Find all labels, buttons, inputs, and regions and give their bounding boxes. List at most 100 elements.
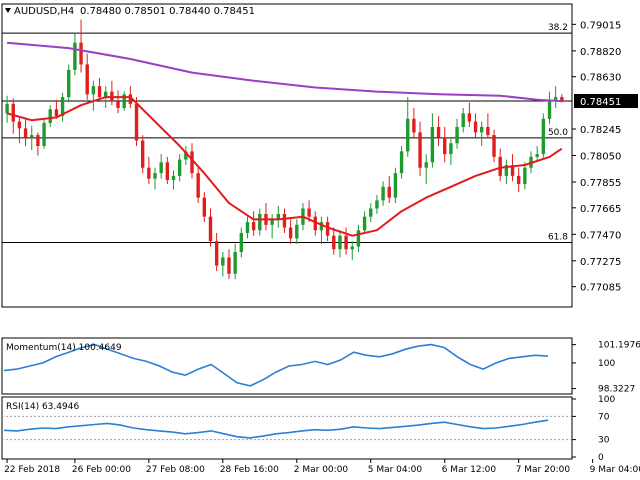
price-tick-label: 0.77470 xyxy=(580,230,621,241)
rsi-axis: 100 70 30 0 xyxy=(572,395,615,463)
price-axis: 0.79015 0.78820 0.78630 0.78451 0.78245 0.780… xyxy=(572,20,638,294)
candle-body xyxy=(553,97,558,100)
candle-body xyxy=(332,235,336,250)
candle-body xyxy=(42,122,46,146)
rsi-panel: 100 70 30 0 RSI(14) 63.4946 xyxy=(1,395,615,463)
time-tick-label: 22 Feb 2018 xyxy=(4,465,60,475)
candle-body xyxy=(436,126,441,138)
candle-body xyxy=(171,175,176,180)
candle-body xyxy=(461,113,465,127)
candle-body xyxy=(177,159,182,176)
candle-body xyxy=(196,173,200,198)
candle-body xyxy=(498,156,502,176)
candle-body xyxy=(430,126,435,163)
candle-body xyxy=(418,132,422,168)
candle-body xyxy=(165,162,170,180)
candle-body xyxy=(375,200,379,209)
time-tick-label: 2 Mar 00:00 xyxy=(294,465,349,475)
candle-body xyxy=(85,64,89,95)
candle-body xyxy=(91,86,96,95)
price-tick-label: 0.78050 xyxy=(580,152,621,163)
rsi-tick-label: 0 xyxy=(598,453,604,463)
time-tick-label: 5 Mar 04:00 xyxy=(368,465,423,475)
candle-body xyxy=(23,128,28,138)
candle-body xyxy=(140,140,145,168)
candle-body xyxy=(79,42,83,65)
candle-body xyxy=(443,137,447,155)
time-tick-label: 6 Mar 12:00 xyxy=(442,465,497,475)
chart-canvas: 38.2 50.0 61.8 0.79015 0.78820 0.78630 0.7845… xyxy=(1,3,640,475)
candle-body xyxy=(153,173,157,179)
rsi-tick-label: 70 xyxy=(598,412,610,422)
candle-body xyxy=(295,224,299,239)
ohlc-label: 0.78480 0.78501 0.78440 0.78451 xyxy=(80,6,255,17)
chart-header: AUDUSD,H4 0.78480 0.78501 0.78440 0.7845… xyxy=(5,6,255,17)
price-tick-label: 0.79015 xyxy=(580,20,621,31)
candle-body xyxy=(467,113,472,122)
candle-body xyxy=(480,126,484,133)
candle-body xyxy=(362,216,367,231)
candle-body xyxy=(116,101,120,108)
candle-body xyxy=(48,109,52,123)
momentum-panel: 101.1976 100 98.3227 Momentum(14) 100.4649 xyxy=(1,337,640,395)
time-tick-label: 9 Mar 04:00 xyxy=(590,465,640,475)
rsi-tick-label: 30 xyxy=(598,436,610,446)
price-tick-label: 0.77275 xyxy=(580,257,621,268)
candle-body xyxy=(516,175,521,185)
price-tick-label: 0.78630 xyxy=(580,73,621,84)
candle-body xyxy=(239,232,244,252)
price-tick-label: 0.78820 xyxy=(580,47,621,58)
candle-body xyxy=(30,135,34,138)
candle-body xyxy=(5,103,9,114)
candle-body xyxy=(202,197,207,217)
rsi-label: RSI(14) 63.4946 xyxy=(6,402,79,412)
candle-body xyxy=(486,126,490,136)
symbol-label: AUDUSD,H4 xyxy=(14,6,74,17)
candle-body xyxy=(455,126,459,144)
time-tick-label: 27 Feb 08:00 xyxy=(146,465,205,475)
candle-body xyxy=(523,167,527,185)
candle-body xyxy=(387,186,391,198)
candle-body xyxy=(245,222,250,233)
time-tick-label: 26 Feb 00:00 xyxy=(72,465,131,475)
candle-body xyxy=(214,241,219,266)
candle-body xyxy=(344,235,348,250)
momentum-axis: 101.1976 100 98.3227 xyxy=(572,341,640,395)
price-panel-frame xyxy=(1,3,573,308)
price-tick-label: 0.78245 xyxy=(580,125,621,136)
candle-body xyxy=(73,42,77,70)
candle-body xyxy=(17,121,22,129)
candle-body xyxy=(369,208,373,217)
time-tick-label: 7 Mar 20:00 xyxy=(516,465,571,475)
candle-body xyxy=(36,135,40,146)
price-panel: 38.2 50.0 61.8 0.79015 0.78820 0.78630 0.7845… xyxy=(1,3,638,308)
candle-body xyxy=(208,216,213,242)
candle-body xyxy=(492,135,496,157)
candle-body xyxy=(258,213,262,231)
fib-label: 61.8 xyxy=(548,232,568,242)
rsi-tick-label: 100 xyxy=(598,395,615,405)
candle-body xyxy=(97,86,102,98)
candle-body xyxy=(11,103,15,122)
candle-body xyxy=(147,167,151,179)
candle-body xyxy=(399,151,404,174)
candle-body xyxy=(338,235,342,250)
momentum-label: Momentum(14) 100.4649 xyxy=(6,343,122,353)
candle-body xyxy=(381,186,385,201)
candle-body xyxy=(541,118,546,155)
price-tick-label: 0.77085 xyxy=(580,283,621,294)
candle-body xyxy=(251,222,256,231)
momentum-tick-label: 100 xyxy=(598,359,615,369)
candle-body xyxy=(350,246,354,250)
candle-body xyxy=(547,99,552,119)
candle-body xyxy=(221,257,225,266)
candle-body xyxy=(449,143,453,155)
candle-body xyxy=(227,257,231,274)
momentum-tick-label: 101.1976 xyxy=(598,341,640,351)
candle-body xyxy=(393,173,398,198)
fib-label: 50.0 xyxy=(548,128,568,138)
momentum-tick-label: 98.3227 xyxy=(598,385,635,395)
candle-body xyxy=(288,227,293,239)
candle-body xyxy=(535,154,539,157)
candle-body xyxy=(67,69,71,98)
